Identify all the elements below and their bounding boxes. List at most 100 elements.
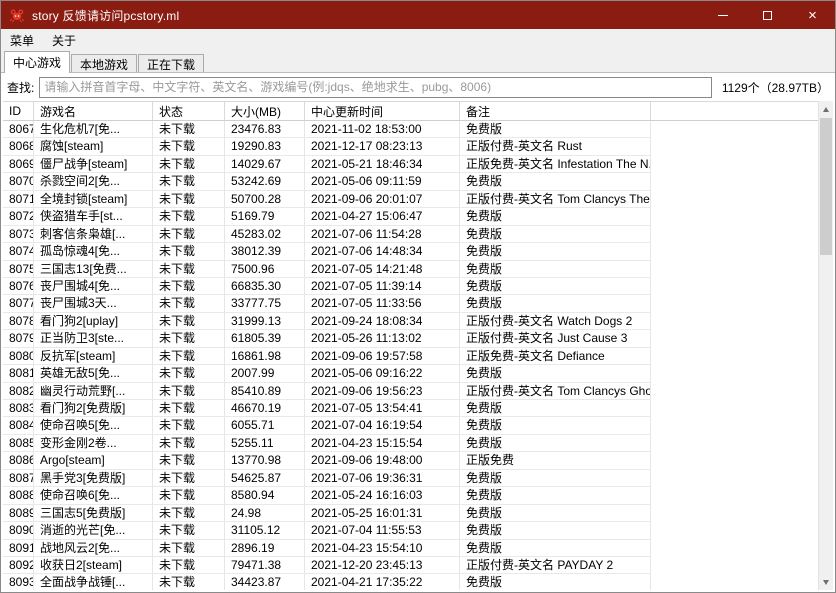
table-row[interactable]: 8090消逝的光芒[免...未下载31105.122021-07-04 11:5…	[3, 522, 818, 539]
cell-name: 幽灵行动荒野[...	[34, 383, 153, 400]
cell-status: 未下载	[153, 261, 225, 278]
cell-name: 丧尸围城3天...	[34, 295, 153, 312]
close-button[interactable]: ×	[790, 1, 835, 29]
table-row[interactable]: 8092收获日2[steam]未下载79471.382021-12-20 23:…	[3, 557, 818, 574]
table-row[interactable]: 8075三国志13[免费...未下载7500.962021-07-05 14:2…	[3, 261, 818, 278]
table-row[interactable]: 8076丧尸围城4[免...未下载66835.302021-07-05 11:3…	[3, 278, 818, 295]
table-row[interactable]: 8079正当防卫3[ste...未下载61805.392021-05-26 11…	[3, 330, 818, 347]
cell-id: 8076	[3, 278, 34, 295]
maximize-icon	[763, 11, 772, 20]
cell-note: 正版免费-英文名 Infestation The N...	[460, 156, 651, 173]
cell-name: 黑手党3[免费版]	[34, 470, 153, 487]
cell-id: 8069	[3, 156, 34, 173]
games-grid: ID 游戏名 状态 大小(MB) 中心更新时间 备注 8067生化危机7[免..…	[3, 101, 818, 590]
table-row[interactable]: 8080反抗军[steam]未下载16861.982021-09-06 19:5…	[3, 348, 818, 365]
vertical-scrollbar[interactable]	[818, 101, 833, 590]
cell-id: 8083	[3, 400, 34, 417]
window-title: story 反馈请访问pcstory.ml	[32, 7, 179, 24]
cell-size: 14029.67	[225, 156, 305, 173]
cell-status: 未下载	[153, 278, 225, 295]
table-row[interactable]: 8082幽灵行动荒野[...未下载85410.892021-09-06 19:5…	[3, 383, 818, 400]
search-input[interactable]	[39, 77, 711, 98]
cell-status: 未下载	[153, 505, 225, 522]
cell-status: 未下载	[153, 417, 225, 434]
cell-name: 变形金刚2卷...	[34, 435, 153, 452]
table-row[interactable]: 8085变形金刚2卷...未下载5255.112021-04-23 15:15:…	[3, 435, 818, 452]
table-row[interactable]: 8072侠盗猎车手[st...未下载5169.792021-04-27 15:0…	[3, 208, 818, 225]
cell-id: 8070	[3, 173, 34, 190]
table-row[interactable]: 8067生化危机7[免...未下载23476.832021-11-02 18:5…	[3, 121, 818, 138]
cell-note: 免费版	[460, 505, 651, 522]
table-row[interactable]: 8088使命召唤6[免...未下载8580.942021-05-24 16:16…	[3, 487, 818, 504]
cell-updated: 2021-05-06 09:11:59	[305, 173, 460, 190]
cell-id: 8091	[3, 540, 34, 557]
cell-name: 生化危机7[免...	[34, 121, 153, 138]
header-status[interactable]: 状态	[153, 102, 225, 120]
table-row[interactable]: 8083看门狗2[免费版]未下载46670.192021-07-05 13:54…	[3, 400, 818, 417]
scrollbar-thumb[interactable]	[820, 118, 832, 255]
maximize-button[interactable]	[745, 1, 790, 29]
table-row[interactable]: 8077丧尸围城3天...未下载33777.752021-07-05 11:33…	[3, 295, 818, 312]
table-row[interactable]: 8086Argo[steam]未下载13770.982021-09-06 19:…	[3, 452, 818, 469]
minimize-button[interactable]	[700, 1, 745, 29]
table-row[interactable]: 8081英雄无敌5[免...未下载2007.992021-05-06 09:16…	[3, 365, 818, 382]
cell-filler	[651, 435, 818, 452]
cell-filler	[651, 261, 818, 278]
table-row[interactable]: 8093全面战争战锤[...未下载34423.872021-04-21 17:3…	[3, 574, 818, 590]
cell-note: 免费版	[460, 470, 651, 487]
cell-note: 正版免费-英文名 Defiance	[460, 348, 651, 365]
cell-filler	[651, 557, 818, 574]
table-row[interactable]: 8078看门狗2[uplay]未下载31999.132021-09-24 18:…	[3, 313, 818, 330]
cell-size: 46670.19	[225, 400, 305, 417]
table-row[interactable]: 8091战地风云2[免...未下载2896.192021-04-23 15:54…	[3, 540, 818, 557]
table-row[interactable]: 8069僵尸战争[steam]未下载14029.672021-05-21 18:…	[3, 156, 818, 173]
cell-name: 英雄无敌5[免...	[34, 365, 153, 382]
cell-id: 8086	[3, 452, 34, 469]
tab-strip: 中心游戏 本地游戏 正在下载	[1, 51, 835, 73]
table-row[interactable]: 8071全境封锁[steam]未下载50700.282021-09-06 20:…	[3, 191, 818, 208]
table-row[interactable]: 8089三国志5[免费版]未下载24.982021-05-25 16:01:31…	[3, 505, 818, 522]
cell-updated: 2021-05-26 11:13:02	[305, 330, 460, 347]
cell-filler	[651, 452, 818, 469]
cell-size: 7500.96	[225, 261, 305, 278]
cell-id: 8093	[3, 574, 34, 590]
cell-note: 正版付费-英文名 Tom Clancys The ...	[460, 191, 651, 208]
table-row[interactable]: 8073刺客信条枭雄[...未下载45283.022021-07-06 11:5…	[3, 226, 818, 243]
cell-id: 8077	[3, 295, 34, 312]
cell-note: 免费版	[460, 417, 651, 434]
header-updated[interactable]: 中心更新时间	[305, 102, 460, 120]
cell-note: 免费版	[460, 487, 651, 504]
title-bar[interactable]: story 反馈请访问pcstory.ml ×	[1, 1, 835, 29]
table-row[interactable]: 8087黑手党3[免费版]未下载54625.872021-07-06 19:36…	[3, 470, 818, 487]
header-id[interactable]: ID	[3, 102, 34, 120]
menu-item-about[interactable]: 关于	[43, 29, 85, 51]
menu-item-main[interactable]: 菜单	[1, 29, 43, 51]
cell-note: 免费版	[460, 574, 651, 590]
cell-filler	[651, 400, 818, 417]
table-row[interactable]: 8084使命召唤5[免...未下载6055.712021-07-04 16:19…	[3, 417, 818, 434]
table-row[interactable]: 8070杀戮空间2[免...未下载53242.692021-05-06 09:1…	[3, 173, 818, 190]
table-row[interactable]: 8074孤岛惊魂4[免...未下载38012.392021-07-06 14:4…	[3, 243, 818, 260]
close-icon: ×	[808, 8, 817, 23]
cell-name: 正当防卫3[ste...	[34, 330, 153, 347]
tab-downloading[interactable]: 正在下载	[138, 54, 204, 73]
scroll-up-button[interactable]	[819, 101, 833, 117]
header-note[interactable]: 备注	[460, 102, 651, 120]
cell-status: 未下载	[153, 173, 225, 190]
scroll-down-button[interactable]	[819, 574, 833, 590]
cell-size: 2007.99	[225, 365, 305, 382]
cell-size: 34423.87	[225, 574, 305, 590]
library-count: 1129个（28.97TB）	[722, 79, 829, 96]
cell-name: 使命召唤5[免...	[34, 417, 153, 434]
header-size[interactable]: 大小(MB)	[225, 102, 305, 120]
cell-updated: 2021-05-21 18:46:34	[305, 156, 460, 173]
cell-size: 53242.69	[225, 173, 305, 190]
cell-id: 8073	[3, 226, 34, 243]
tab-center-games[interactable]: 中心游戏	[4, 51, 70, 73]
cell-status: 未下载	[153, 400, 225, 417]
search-label: 查找:	[7, 79, 34, 96]
table-row[interactable]: 8068腐蚀[steam]未下载19290.832021-12-17 08:23…	[3, 138, 818, 155]
tab-local-games[interactable]: 本地游戏	[71, 54, 137, 73]
cell-id: 8071	[3, 191, 34, 208]
header-name[interactable]: 游戏名	[34, 102, 153, 120]
